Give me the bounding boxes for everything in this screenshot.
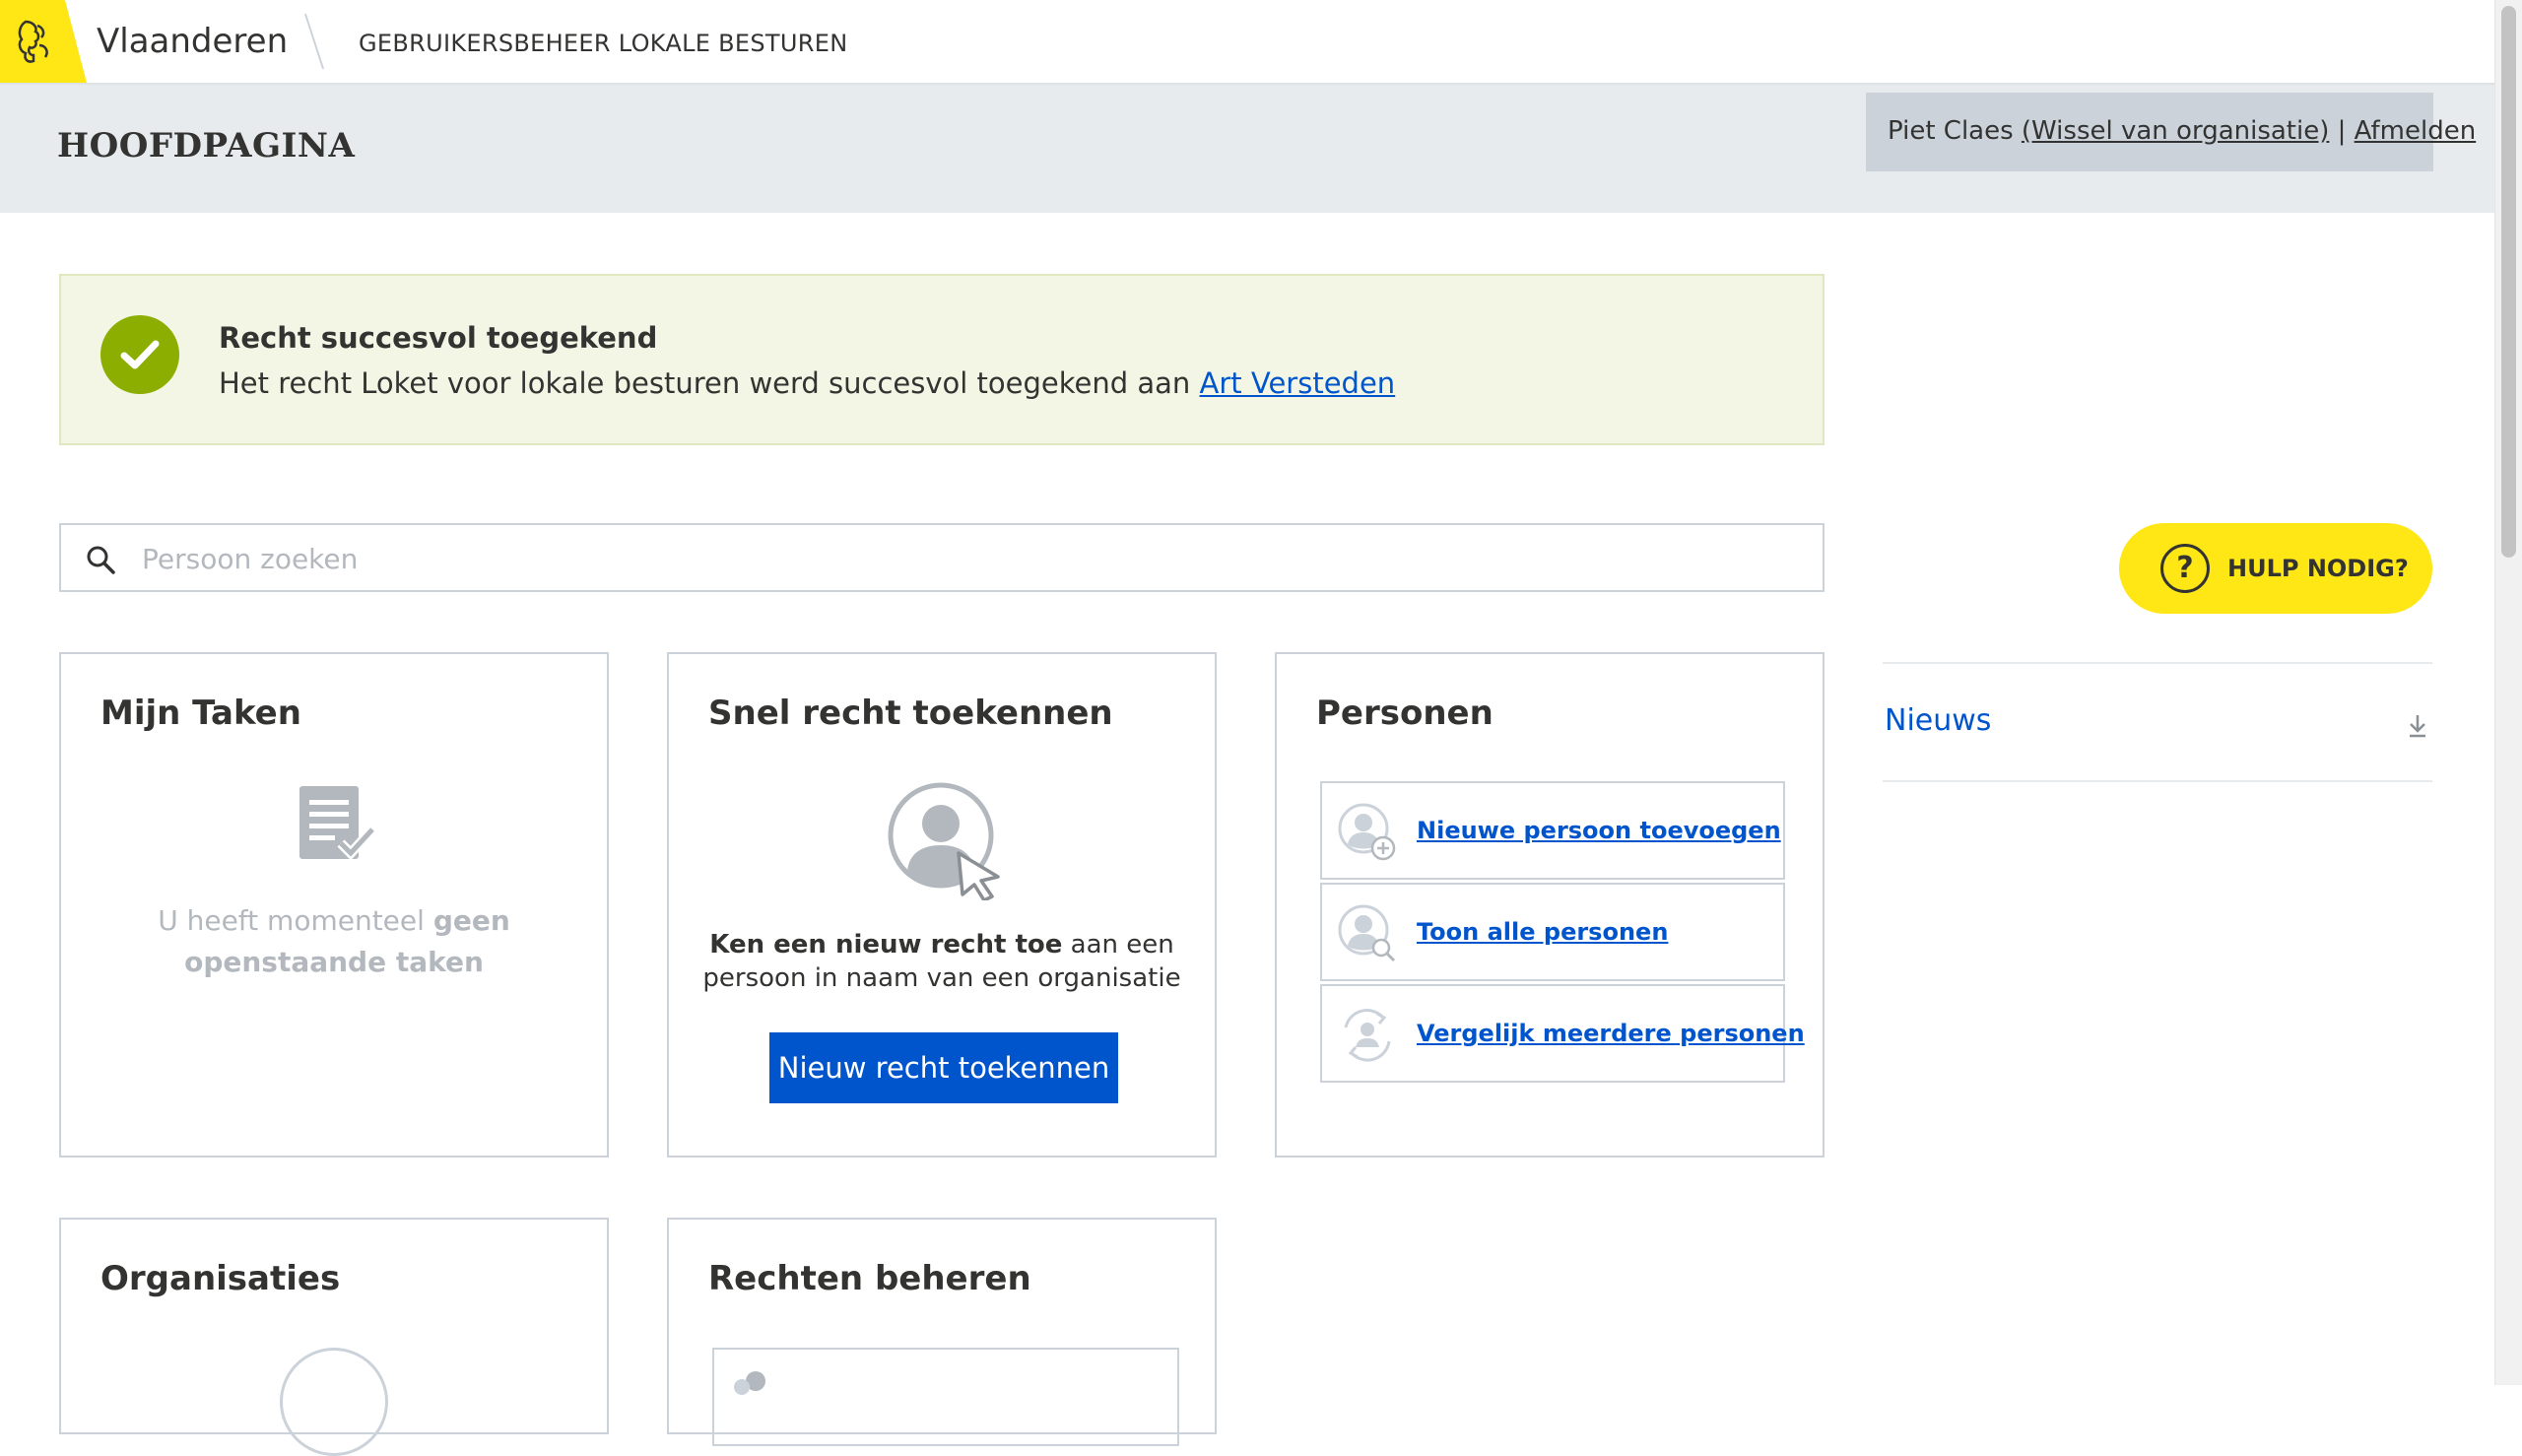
lion-icon <box>18 20 48 63</box>
person-search-icon <box>1338 904 1396 962</box>
brand-divider <box>303 14 325 69</box>
card-quick-grant: Snel recht toekennen Ken een nieuw recht… <box>667 652 1217 1158</box>
quick-grant-desc-bold: Ken een nieuw recht toe <box>709 930 1063 960</box>
card-title: Snel recht toekennen <box>708 694 1113 733</box>
success-alert: Recht succesvol toegekend Het recht Loke… <box>59 274 1825 445</box>
card-my-tasks: Mijn Taken U heeft momenteel geen openst… <box>59 652 609 1158</box>
page-header: HOOFDPAGINA Piet Claes (Wissel van organ… <box>0 85 2494 213</box>
quick-grant-description: Ken een nieuw recht toe aan een persoon … <box>669 928 1215 995</box>
organisation-icon <box>280 1348 388 1456</box>
vlaanderen-logo[interactable] <box>0 0 87 83</box>
user-menu: Piet Claes (Wissel van organisatie) | Af… <box>1866 93 2476 171</box>
checkmark-icon <box>100 315 179 394</box>
person-compare-icon <box>1344 1009 1391 1062</box>
tasks-empty-prefix: U heeft momenteel <box>158 904 425 937</box>
compare-persons-link[interactable]: Vergelijk meerdere personen <box>1417 1020 1805 1047</box>
new-right-button[interactable]: Nieuw recht toekennen <box>769 1032 1118 1103</box>
person-grant-icon <box>888 782 1000 900</box>
scrollbar-thumb[interactable] <box>2501 6 2516 558</box>
person-add-icon <box>1338 803 1396 861</box>
all-persons-link[interactable]: Toon alle personen <box>1417 918 1668 946</box>
task-list-icon <box>299 786 376 861</box>
card-manage-rights: Rechten beheren <box>667 1218 1217 1446</box>
card-title: Mijn Taken <box>100 694 301 733</box>
switch-organisation-link[interactable]: (Wissel van organisatie) <box>2022 116 2329 146</box>
top-bar: Vlaanderen GEBRUIKERSBEHEER LOKALE BESTU… <box>0 0 2494 85</box>
card-title: Organisaties <box>100 1259 341 1298</box>
user-name: Piet Claes <box>1888 116 2014 146</box>
person-icon <box>734 1371 765 1395</box>
add-person-link[interactable]: Nieuwe persoon toevoegen <box>1417 817 1781 844</box>
card-persons: Personen Nieuwe persoon toevoegen Toon a… <box>1275 652 1825 1158</box>
alert-message-text: Het recht Loket voor lokale besturen wer… <box>219 366 1191 400</box>
download-icon[interactable] <box>2407 713 2428 739</box>
card-title: Personen <box>1316 694 1493 733</box>
add-person-item[interactable]: Nieuwe persoon toevoegen <box>1320 781 1785 880</box>
help-button[interactable]: ? HULP NODIG? <box>2119 523 2432 614</box>
compare-persons-item[interactable]: Vergelijk meerdere personen <box>1320 984 1805 1083</box>
page-scrollbar[interactable] <box>2494 0 2522 1385</box>
news-section[interactable]: Nieuws <box>1883 662 2432 782</box>
search-input[interactable] <box>140 535 1795 582</box>
news-link[interactable]: Nieuws <box>1885 703 1991 738</box>
question-icon: ? <box>2160 544 2210 593</box>
search-icon <box>87 546 115 574</box>
brand-name[interactable]: Vlaanderen <box>97 22 288 61</box>
alert-message: Het recht Loket voor lokale besturen wer… <box>219 366 1395 400</box>
logout-link[interactable]: Afmelden <box>2355 116 2477 146</box>
card-title: Rechten beheren <box>708 1259 1031 1298</box>
tasks-empty-message: U heeft momenteel geen openstaande taken <box>61 900 607 983</box>
help-label: HULP NODIG? <box>2227 555 2409 582</box>
manage-rights-item[interactable] <box>712 1348 1179 1446</box>
page-title: HOOFDPAGINA <box>57 126 356 165</box>
alert-person-link[interactable]: Art Versteden <box>1200 366 1396 400</box>
alert-title: Recht succesvol toegekend <box>219 321 658 355</box>
app-name[interactable]: GEBRUIKERSBEHEER LOKALE BESTUREN <box>359 30 847 57</box>
all-persons-item[interactable]: Toon alle personen <box>1320 883 1785 981</box>
person-search[interactable] <box>59 523 1825 592</box>
card-organisations: Organisaties <box>59 1218 609 1456</box>
user-menu-separator: | <box>2337 116 2347 146</box>
